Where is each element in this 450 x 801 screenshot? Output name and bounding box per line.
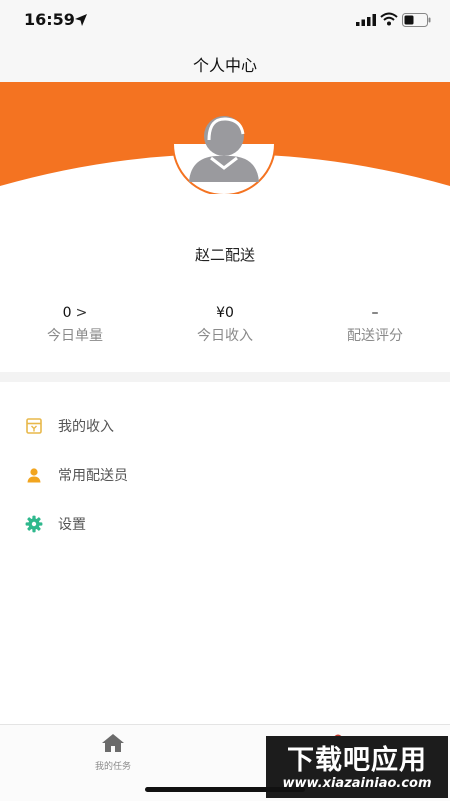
navigation-bar: 个人中心 (0, 44, 450, 82)
stat-value: 0 (62, 305, 72, 321)
tab-label: 我的任务 (94, 762, 131, 772)
chevron-right-icon: > (75, 305, 88, 321)
person-icon (27, 468, 41, 483)
gear-icon (25, 515, 43, 533)
stats-row: 0 > 今日单量 ¥0 今日收入 – 配送评分 (0, 303, 450, 353)
stat-today-orders[interactable]: 0 > 今日单量 (0, 303, 150, 345)
location-arrow-icon (75, 14, 87, 26)
stat-today-income[interactable]: ¥0 今日收入 (150, 303, 300, 345)
stat-label: 今日单量 (47, 328, 103, 344)
user-name: 赵二配送 (194, 246, 255, 264)
menu-item-label: 设置 (58, 517, 86, 533)
battery-icon (402, 13, 431, 27)
income-box-icon (26, 418, 42, 434)
menu-item-settings[interactable]: 设置 (0, 498, 450, 547)
status-time: 16:59 (24, 10, 75, 29)
stat-delivery-rating[interactable]: – 配送评分 (300, 303, 450, 345)
watermark-title: 下载吧应用 (287, 745, 427, 776)
status-bar: 16:59 (0, 0, 450, 44)
wifi-icon (380, 12, 398, 26)
page-title: 个人中心 (192, 56, 257, 75)
tab-my-tasks[interactable]: 我的任务 (53, 733, 173, 772)
stat-value: – (371, 305, 379, 321)
cellular-signal-icon (356, 14, 376, 26)
stat-value: ¥0 (216, 305, 234, 321)
menu-item-label: 常用配送员 (58, 468, 128, 484)
home-indicator (145, 787, 305, 792)
avatar[interactable] (171, 108, 277, 194)
menu-item-my-income[interactable]: 我的收入 (0, 400, 450, 449)
menu-item-label: 我的收入 (58, 419, 114, 435)
stat-label: 今日收入 (197, 328, 253, 344)
section-divider (0, 372, 450, 382)
menu-item-couriers[interactable]: 常用配送员 (0, 449, 450, 498)
home-icon (102, 734, 124, 752)
stat-label: 配送评分 (347, 328, 403, 344)
menu-list: 我的收入 常用配送员 设置 (0, 400, 450, 547)
